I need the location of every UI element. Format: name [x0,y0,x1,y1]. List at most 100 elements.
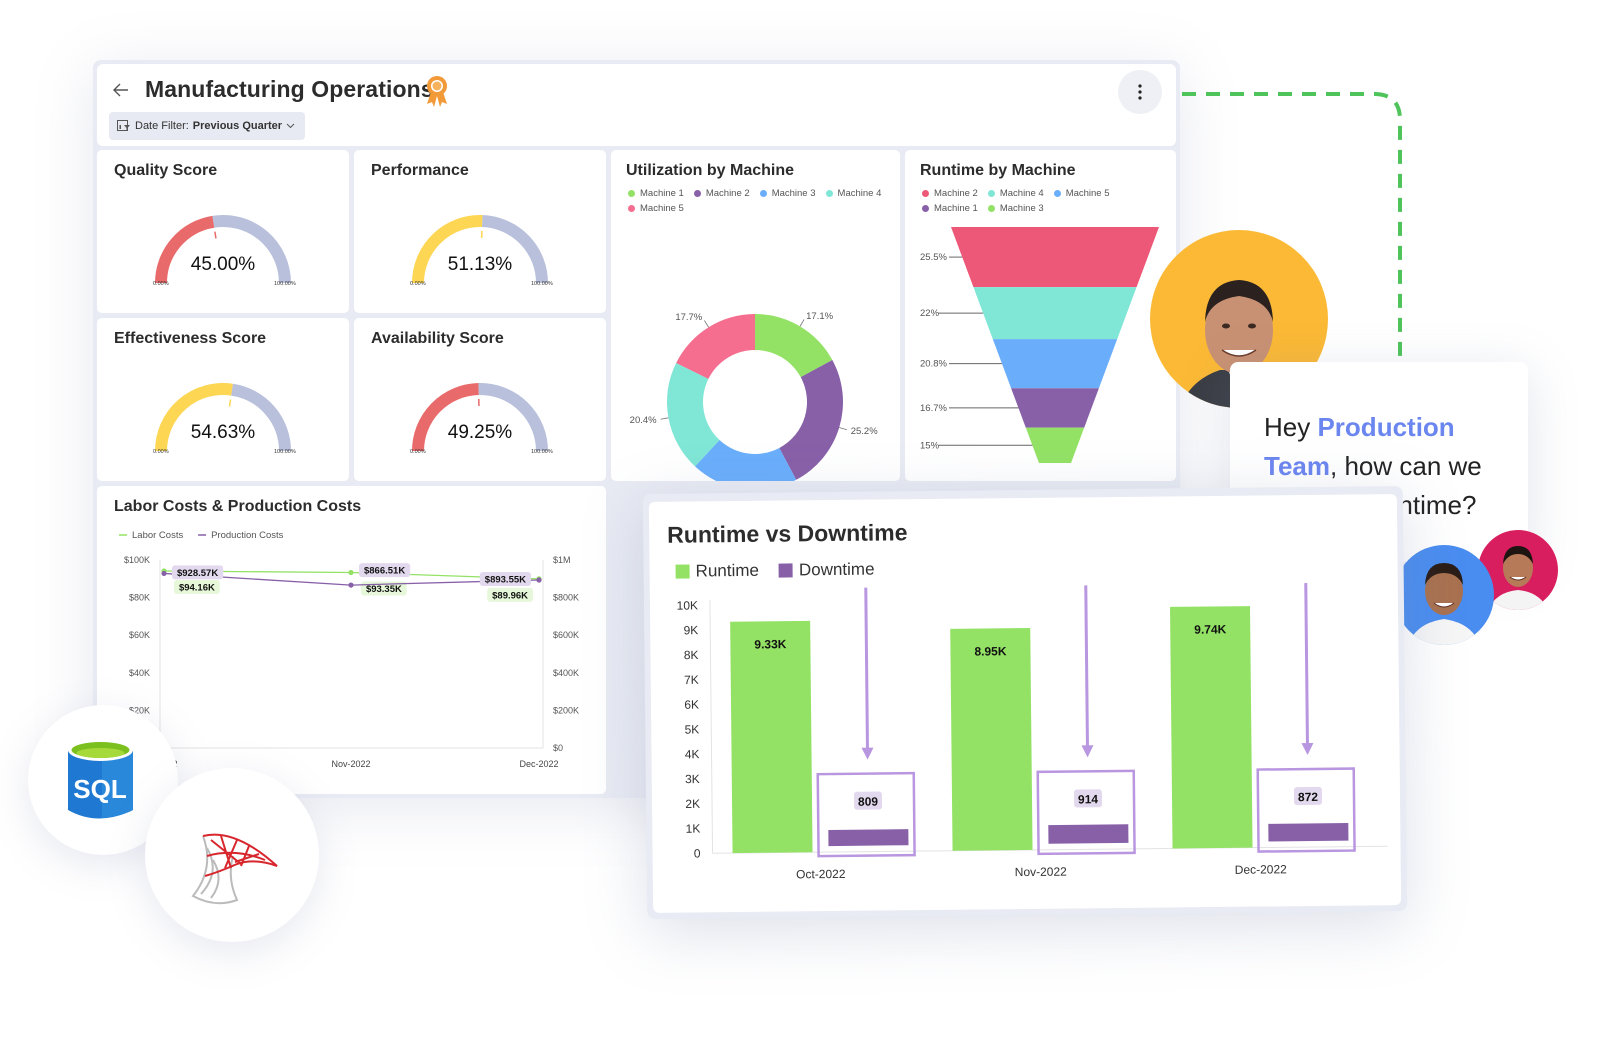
y-left-tick-label: $60K [129,630,150,640]
gauge-max-label: 100.00% [531,449,553,455]
y-tick-label: 2K [685,797,700,811]
sql-logo-text: SQL [73,774,127,804]
gauge-min-label: 0.00% [410,449,426,455]
date-filter-button[interactable]: Date Filter: Previous Quarter [109,112,306,140]
downtime-bar-label: 809 [858,795,878,809]
donut-slice [779,360,843,480]
gauge-chart [155,215,291,284]
donut-label-leader [704,320,709,328]
utilization-card: Utilization by Machine Machine 1 Machine … [611,150,900,481]
gauge-chart [412,215,548,284]
donut-label-leader [660,417,669,420]
data-label: $89.96K [492,590,528,601]
gauge-min-label: 0.00% [153,281,169,287]
runtime-bar [1170,606,1253,849]
gauge-value: 51.13% [447,254,513,275]
funnel-stage-label: 25.5% [920,252,947,263]
funnel-stage [992,339,1118,389]
funnel-stage [951,227,1159,288]
runtime-bar-label: 8.95K [974,644,1007,658]
award-ribbon-icon [427,76,447,107]
runtime-vs-downtime-bar-chart: 10K 9K 8K 7K 6K 5K 4K 3K 2K 1K 0 9.33K 809 Oct-2022 8.… [677,583,1388,881]
date-filter-value: Previous Quarter [192,120,283,132]
arrow-left-icon[interactable] [111,80,131,100]
gauge-max-label: 100.00% [531,281,553,287]
funnel-stage [1025,427,1085,463]
runtime-bar-label: 9.74K [1194,622,1227,636]
gauge-max-label: 100.00% [274,281,296,287]
y-right-tick-label: $200K [553,705,579,715]
donut-label-leader [799,319,805,327]
y-left-tick-label: $80K [129,593,150,603]
runtime-vs-downtime-panel: Runtime vs Downtime Runtime Downtime 10K… [648,494,1402,913]
donut-label-leader [839,427,848,431]
filter-calendar-icon [117,120,130,131]
runtime-bar-label: 9.33K [754,637,787,651]
funnel-stage [973,287,1137,340]
downtime-bar [1268,822,1349,842]
y-tick-label: 10K [677,598,699,612]
funnel-stage-label: 15% [920,440,940,451]
dashboard-header: Manufacturing Operations Date Filter: Pr… [97,64,1176,146]
donut-slice-label: 25.2% [851,426,878,437]
x-tick-label: Nov-2022 [331,759,370,769]
y-right-tick-label: $600K [553,630,579,640]
runtime-vs-downtime-card: Runtime vs Downtime Runtime Downtime 10K… [642,486,1408,919]
series-point [161,570,167,577]
data-label: $94.16K [179,582,215,593]
y-tick-label: 9K [683,623,698,637]
downtime-arrow-shaft [1084,585,1089,750]
downtime-arrow-head [1081,745,1094,758]
more-options-button[interactable] [1118,70,1162,114]
page-title: Manufacturing Operations [145,76,434,102]
chat-prefix: Hey [1264,412,1318,442]
funnel-stage-label: 22% [920,308,940,319]
data-label: $928.57K [177,568,218,579]
gauge-chart [412,383,548,452]
gauge-min-label: 0.00% [410,281,426,287]
y-right-tick-label: $800K [553,593,579,603]
y-tick-label: 8K [684,648,699,662]
date-filter-label: Date Filter: [135,120,189,132]
y-tick-label: 7K [684,673,699,687]
y-right-tick-label: $0 [553,743,563,753]
donut-slice-label: 20.4% [630,415,657,426]
y-right-tick-label: $1M [553,555,571,565]
y-tick-label: 5K [685,722,700,736]
y-tick-label: 1K [686,822,701,836]
downtime-arrow-shaft [1304,583,1309,748]
y-tick-label: 6K [684,698,699,712]
gauge-value: 49.25% [447,422,513,443]
y-tick-label: 3K [685,772,700,786]
series-point [348,582,354,588]
legend-label: Production Costs [211,530,284,541]
gauge-needle-tick [228,399,232,407]
downtime-bar [1048,824,1129,844]
runtime-by-machine-card: Runtime by Machine Machine 2 Machine 4 Mac… [905,150,1176,481]
gauge-max-label: 100.00% [274,449,296,455]
funnel-stage [1011,388,1099,428]
gauge-value: 54.63% [190,422,256,443]
downtime-arrow-shaft [864,587,870,752]
runtime-bar [950,627,1033,851]
y-tick-label: 4K [685,747,700,761]
utilization-donut-chart: 17.1%25.2%19.7%20.4%17.7% [630,311,878,481]
avatar-team-member-1 [1394,545,1494,645]
person-portrait-icon [1408,563,1480,645]
data-label: $866.51K [364,566,405,577]
gauge-card-effectiveness: Effectiveness Score 54.63% 0.00% 100.00% [97,318,349,481]
y-right-tick-label: $400K [553,668,579,678]
gauge-card-performance: Performance 51.13% 0.00% 100.00% [354,150,606,313]
runtime-funnel-chart: 25.5% 22% 20.8% 16.7% 15% [920,227,1159,463]
runtime-bar [730,620,813,854]
gauge-card-availability: Availability Score 49.25% 0.00% 100.00% [354,318,606,481]
y-left-tick-label: $40K [129,668,150,678]
downtime-arrow-head [1301,742,1314,756]
gauge-min-label: 0.00% [153,449,169,455]
data-label: $93.35K [366,584,402,595]
downtime-arrow-head [861,747,874,760]
donut-slice-label: 17.1% [806,311,833,322]
data-label: $893.55K [485,575,526,586]
gauge-chart [155,383,291,452]
x-tick-label: Nov-2022 [1015,865,1068,880]
